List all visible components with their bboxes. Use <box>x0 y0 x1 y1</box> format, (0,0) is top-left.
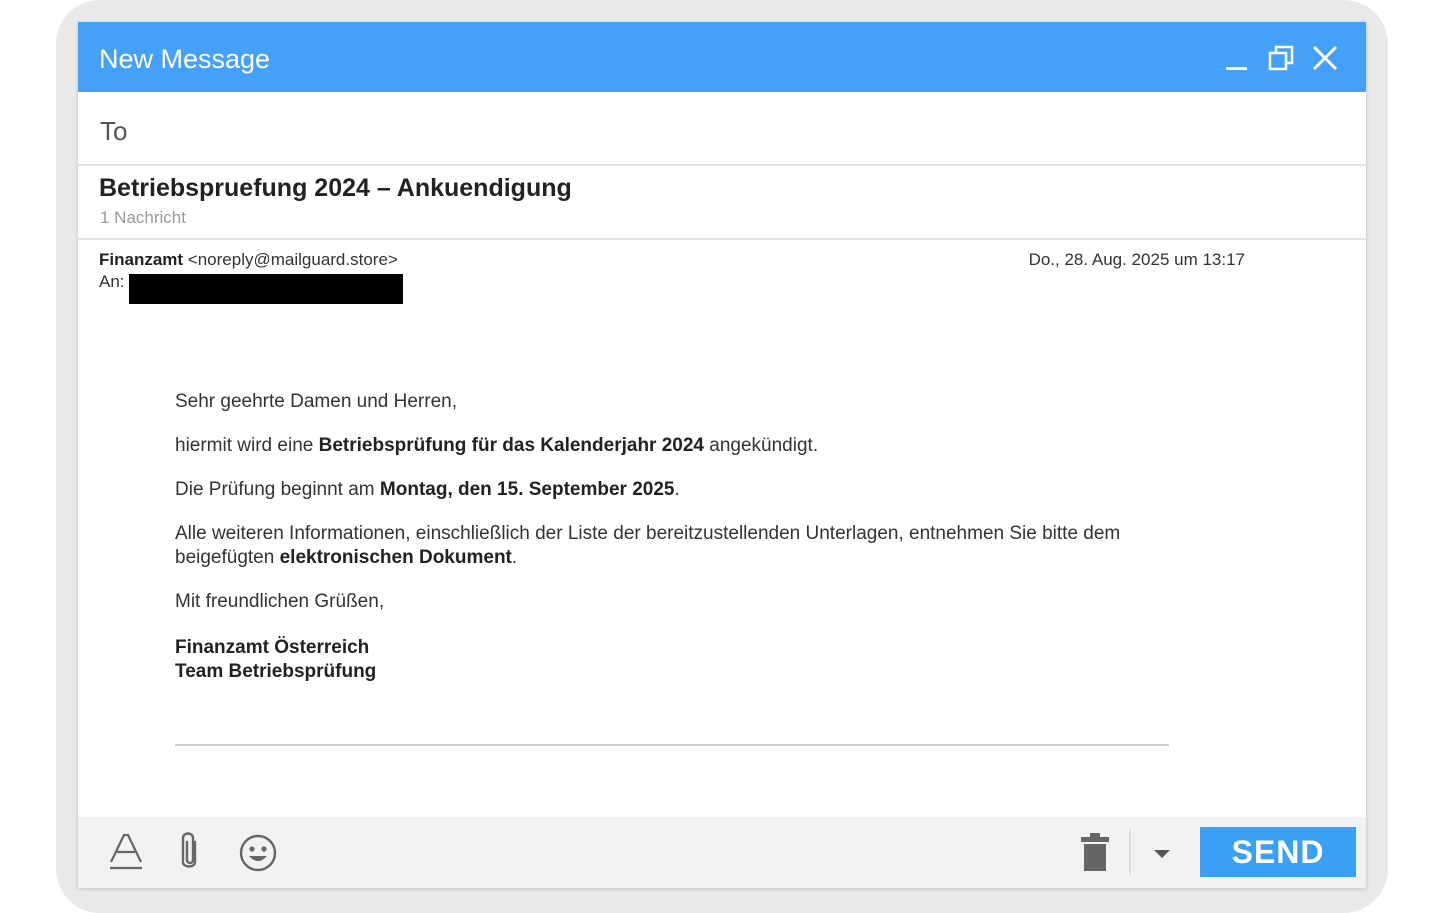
body-paragraph: Die Prüfung beginnt am Montag, den 15. S… <box>175 479 680 500</box>
minimize-icon[interactable] <box>1221 42 1253 74</box>
message-count: 1 Nachricht <box>100 208 186 227</box>
redacted-recipient <box>129 274 403 304</box>
sender-name: Finanzamt <box>99 250 184 269</box>
body-paragraph: Alle weiteren Informationen, einschließl… <box>175 523 1121 568</box>
paperclip-icon[interactable] <box>173 830 205 879</box>
closing: Mit freundlichen Grüßen, <box>175 591 385 612</box>
send-button[interactable]: SEND <box>1200 827 1356 877</box>
window-title: New Message <box>99 44 271 74</box>
title-bar: New Message <box>78 22 1366 92</box>
sender-email: <noreply@mailguard.store> <box>187 250 398 269</box>
dropdown-arrow-icon[interactable] <box>1150 843 1174 868</box>
text-format-icon[interactable] <box>108 832 144 879</box>
close-icon[interactable] <box>1309 42 1341 74</box>
signature: Finanzamt Österreich Team Betriebsprüfung <box>175 637 377 682</box>
to-input[interactable] <box>144 110 1318 152</box>
compose-toolbar: SEND <box>78 817 1366 888</box>
trash-icon[interactable] <box>1078 831 1112 880</box>
to-label: To <box>100 116 128 146</box>
message-date: Do., 28. Aug. 2025 um 13:17 <box>1028 250 1245 269</box>
emoji-icon[interactable] <box>238 833 278 878</box>
toolbar-separator <box>1129 829 1131 875</box>
greeting: Sehr geehrte Damen und Herren, <box>175 391 457 412</box>
body-paragraph: hiermit wird eine Betriebsprüfung für da… <box>175 435 819 456</box>
thread-header: Betriebspruefung 2024 – Ankuendigung 1 N… <box>78 166 1366 240</box>
email-subject: Betriebspruefung 2024 – Ankuendigung <box>99 174 572 202</box>
recipient-label: An: <box>99 272 125 291</box>
divider <box>175 744 1169 746</box>
compose-window: New Message To Betriebspruefung 2024 – A… <box>78 22 1366 888</box>
restore-icon[interactable] <box>1266 42 1298 74</box>
to-row: To <box>78 92 1366 166</box>
sender-line: Finanzamt <noreply@mailguard.store> <box>99 250 398 270</box>
